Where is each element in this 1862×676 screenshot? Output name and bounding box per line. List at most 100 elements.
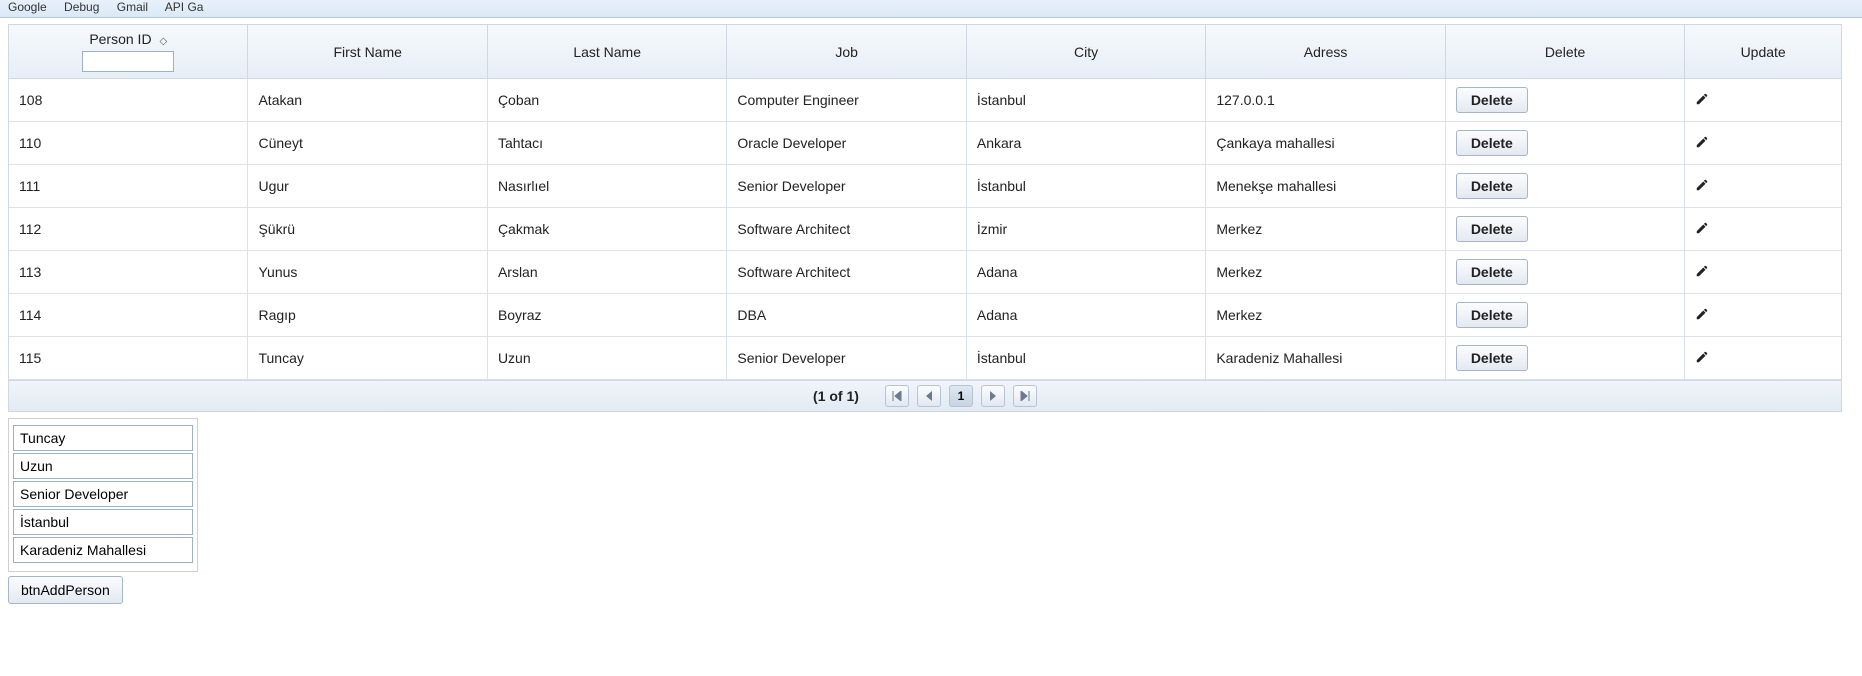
cell-last-name: Tahtacı — [488, 122, 727, 165]
table-row: 110CüneytTahtacıOracle DeveloperAnkaraÇa… — [9, 122, 1841, 165]
cell-last-name: Boyraz — [488, 294, 727, 337]
cell-address: Merkez — [1206, 208, 1445, 251]
cell-first-name: Tuncay — [248, 337, 487, 380]
cell-update — [1685, 294, 1841, 337]
delete-button[interactable]: Delete — [1456, 173, 1528, 199]
cell-city: Adana — [967, 251, 1206, 294]
header-address[interactable]: Adress — [1206, 25, 1445, 79]
edit-icon[interactable] — [1695, 136, 1709, 152]
last-name-input[interactable] — [13, 453, 193, 479]
edit-icon[interactable] — [1695, 222, 1709, 238]
paginator-page-button[interactable]: 1 — [949, 385, 973, 407]
cell-first-name: Ugur — [248, 165, 487, 208]
paginator-next-button[interactable] — [981, 385, 1005, 407]
cell-city: İstanbul — [967, 79, 1206, 122]
table-row: 112ŞükrüÇakmakSoftware ArchitectİzmirMer… — [9, 208, 1841, 251]
edit-icon[interactable] — [1695, 93, 1709, 109]
cell-address: Merkez — [1206, 251, 1445, 294]
cell-update — [1685, 208, 1841, 251]
header-update: Update — [1685, 25, 1841, 79]
header-job[interactable]: Job — [727, 25, 966, 79]
table-row: 114RagıpBoyrazDBAAdanaMerkez Delete — [9, 294, 1841, 337]
delete-button[interactable]: Delete — [1456, 302, 1528, 328]
bookmark-item[interactable]: Google — [8, 0, 47, 14]
cell-job: Computer Engineer — [727, 79, 966, 122]
header-delete: Delete — [1446, 25, 1685, 79]
cell-first-name: Atakan — [248, 79, 487, 122]
table-row: 108AtakanÇobanComputer Engineerİstanbul1… — [9, 79, 1841, 122]
header-first-name[interactable]: First Name — [248, 25, 487, 79]
header-last-name[interactable]: Last Name — [488, 25, 727, 79]
bookmarks-bar: Google Debug Gmail API Ga — [0, 0, 1862, 18]
cell-address: Çankaya mahallesi — [1206, 122, 1445, 165]
cell-city: İzmir — [967, 208, 1206, 251]
cell-job: Software Architect — [727, 251, 966, 294]
cell-city: Ankara — [967, 122, 1206, 165]
bookmark-item[interactable]: Gmail — [117, 0, 148, 14]
cell-person-id: 112 — [9, 208, 248, 251]
job-input[interactable] — [13, 481, 193, 507]
delete-button[interactable]: Delete — [1456, 87, 1528, 113]
cell-delete: Delete — [1446, 337, 1685, 380]
add-person-button[interactable]: btnAddPerson — [8, 576, 123, 604]
delete-button[interactable]: Delete — [1456, 259, 1528, 285]
paginator: (1 of 1) 1 — [8, 381, 1842, 412]
cell-city: Adana — [967, 294, 1206, 337]
header-city[interactable]: City — [967, 25, 1206, 79]
cell-person-id: 108 — [9, 79, 248, 122]
cell-city: İstanbul — [967, 337, 1206, 380]
city-input[interactable] — [13, 509, 193, 535]
cell-first-name: Şükrü — [248, 208, 487, 251]
table-row: 115TuncayUzunSenior DeveloperİstanbulKar… — [9, 337, 1841, 380]
cell-address: Karadeniz Mahallesi — [1206, 337, 1445, 380]
cell-address: 127.0.0.1 — [1206, 79, 1445, 122]
bookmark-item[interactable]: API Ga — [165, 0, 204, 14]
cell-address: Merkez — [1206, 294, 1445, 337]
cell-update — [1685, 165, 1841, 208]
cell-address: Menekşe mahallesi — [1206, 165, 1445, 208]
cell-delete: Delete — [1446, 122, 1685, 165]
paginator-status: (1 of 1) — [813, 388, 859, 404]
cell-job: Oracle Developer — [727, 122, 966, 165]
cell-update — [1685, 79, 1841, 122]
header-person-id[interactable]: Person ID ◇ — [9, 25, 248, 79]
address-input[interactable] — [13, 537, 193, 563]
cell-last-name: Çakmak — [488, 208, 727, 251]
edit-icon[interactable] — [1695, 351, 1709, 367]
cell-city: İstanbul — [967, 165, 1206, 208]
cell-delete: Delete — [1446, 208, 1685, 251]
header-label: Person ID — [89, 31, 151, 47]
cell-delete: Delete — [1446, 165, 1685, 208]
delete-button[interactable]: Delete — [1456, 345, 1528, 371]
person-id-filter-input[interactable] — [82, 51, 174, 72]
delete-button[interactable]: Delete — [1456, 216, 1528, 242]
cell-first-name: Ragıp — [248, 294, 487, 337]
add-person-form — [8, 418, 198, 572]
cell-first-name: Cüneyt — [248, 122, 487, 165]
edit-icon[interactable] — [1695, 265, 1709, 281]
cell-delete: Delete — [1446, 294, 1685, 337]
cell-update — [1685, 337, 1841, 380]
cell-person-id: 114 — [9, 294, 248, 337]
cell-person-id: 111 — [9, 165, 248, 208]
cell-job: DBA — [727, 294, 966, 337]
cell-update — [1685, 122, 1841, 165]
cell-job: Senior Developer — [727, 337, 966, 380]
delete-button[interactable]: Delete — [1456, 130, 1528, 156]
edit-icon[interactable] — [1695, 179, 1709, 195]
bookmark-item[interactable]: Debug — [64, 0, 99, 14]
cell-last-name: Nasırlıel — [488, 165, 727, 208]
paginator-first-button[interactable] — [885, 385, 909, 407]
paginator-last-button[interactable] — [1013, 385, 1037, 407]
cell-job: Senior Developer — [727, 165, 966, 208]
sort-icon[interactable]: ◇ — [159, 36, 167, 47]
cell-last-name: Arslan — [488, 251, 727, 294]
cell-delete: Delete — [1446, 79, 1685, 122]
first-name-input[interactable] — [13, 425, 193, 451]
edit-icon[interactable] — [1695, 308, 1709, 324]
paginator-prev-button[interactable] — [917, 385, 941, 407]
cell-job: Software Architect — [727, 208, 966, 251]
cell-delete: Delete — [1446, 251, 1685, 294]
cell-person-id: 113 — [9, 251, 248, 294]
table-row: 111UgurNasırlıelSenior Developerİstanbul… — [9, 165, 1841, 208]
